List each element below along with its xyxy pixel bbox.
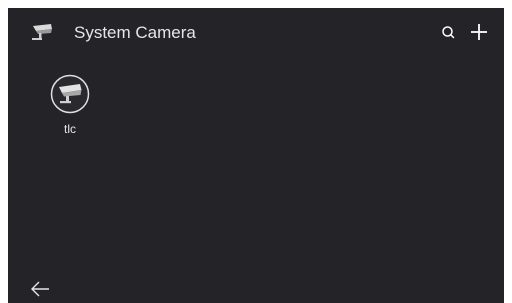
header-bar: System Camera (8, 8, 504, 58)
page-title: System Camera (74, 23, 196, 42)
add-icon[interactable] (468, 21, 490, 43)
camera-list-screen: System Camera tlc (8, 8, 504, 303)
camera-icon (50, 74, 90, 114)
search-icon[interactable] (440, 24, 458, 42)
device-name: tlc (64, 122, 76, 136)
arrow-left-icon[interactable] (28, 278, 52, 300)
device-item[interactable]: tlc (44, 74, 96, 140)
camera-icon (30, 22, 54, 44)
